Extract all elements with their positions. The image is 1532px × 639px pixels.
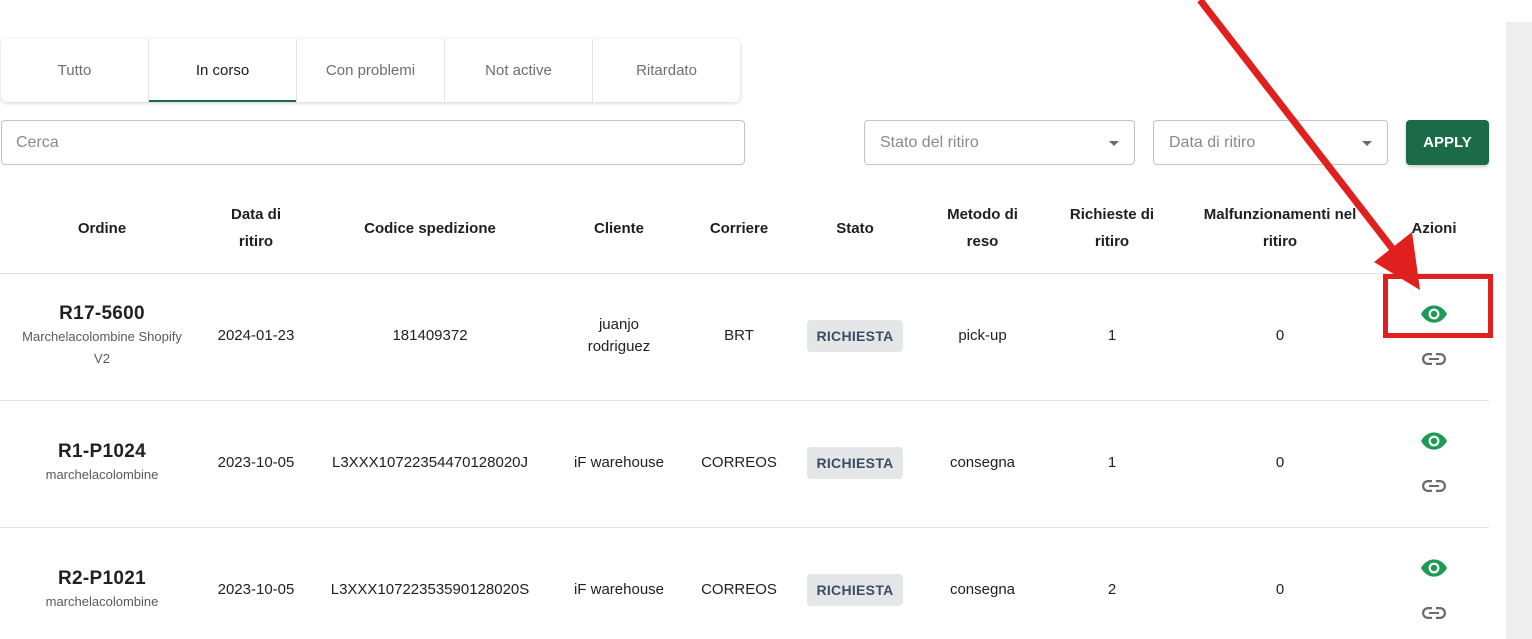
header-data-ritiro: Data di ritiro: [230, 206, 281, 250]
header-malfunzionamenti: Malfunzionamenti nel ritiro: [1203, 206, 1357, 250]
row-divider: [0, 400, 1489, 401]
shipping-code: L3XXX10722353590128020S: [330, 581, 530, 598]
client: juanjo rodriguez: [587, 316, 651, 355]
header-codice-spedizione: Codice spedizione: [364, 219, 496, 237]
link-button[interactable]: [1418, 475, 1450, 497]
order-shop: marchelacolombine: [45, 594, 159, 609]
pickup-failures: 0: [1275, 581, 1285, 598]
eye-icon: [1421, 432, 1447, 450]
eye-icon: [1421, 559, 1447, 577]
header-cliente: Cliente: [593, 219, 644, 237]
carrier: CORREOS: [701, 581, 777, 598]
annotation-highlight-box: [1383, 274, 1493, 338]
header-metodo-reso: Metodo di reso: [947, 206, 1018, 250]
return-method: pick-up: [958, 327, 1007, 344]
tab-not-active[interactable]: Not active: [445, 39, 593, 102]
order-cell: R2-P1021 marchelacolombine: [22, 564, 182, 616]
tab-ritardato[interactable]: Ritardato: [593, 39, 740, 102]
client: iF warehouse: [573, 454, 665, 471]
link-icon: [1422, 607, 1446, 619]
status-cell: RICHIESTA: [795, 320, 915, 352]
status-select[interactable]: Stato del ritiro: [864, 120, 1135, 165]
order-shop: marchelacolombine: [45, 467, 159, 482]
status-cell: RICHIESTA: [795, 447, 915, 479]
pickup-requests: 1: [1107, 327, 1117, 344]
header-azioni: Azioni: [1411, 219, 1457, 237]
header-ordine: Ordine: [77, 219, 127, 237]
date-select[interactable]: Data di ritiro: [1153, 120, 1388, 165]
link-button[interactable]: [1418, 602, 1450, 624]
client: iF warehouse: [573, 581, 665, 598]
tab-tutto[interactable]: Tutto: [1, 39, 149, 102]
order-id: R2-P1021: [58, 568, 146, 589]
pickup-failures: 0: [1275, 454, 1285, 471]
view-button[interactable]: [1418, 429, 1450, 453]
pickup-requests: 1: [1107, 454, 1117, 471]
order-cell: R17-5600 Marchelacolombine Shopify V2: [22, 295, 182, 377]
pickup-failures: 0: [1275, 327, 1285, 344]
link-icon: [1422, 353, 1446, 365]
pickup-date: 2023-10-05: [217, 454, 295, 471]
carrier: BRT: [724, 327, 754, 344]
row-divider: [0, 273, 1489, 274]
order-cell: R1-P1024 marchelacolombine: [22, 437, 182, 489]
date-select-label: Data di ritiro: [1169, 133, 1256, 151]
status-badge: RICHIESTA: [807, 574, 903, 606]
row-divider: [0, 527, 1489, 528]
tab-con-problemi[interactable]: Con problemi: [297, 39, 445, 102]
order-id: R1-P1024: [58, 441, 146, 462]
link-button[interactable]: [1418, 348, 1450, 370]
shipping-code: 181409372: [392, 327, 468, 344]
status-cell: RICHIESTA: [795, 574, 915, 606]
search-input[interactable]: [1, 120, 745, 165]
return-method: consegna: [949, 454, 1016, 471]
pickup-requests: 2: [1107, 581, 1117, 598]
carrier: CORREOS: [701, 454, 777, 471]
return-method: consegna: [949, 581, 1016, 598]
status-badge: RICHIESTA: [807, 320, 903, 352]
pickup-date: 2023-10-05: [217, 581, 295, 598]
caret-down-icon: [1109, 141, 1119, 146]
caret-down-icon: [1362, 141, 1372, 146]
header-richieste-ritiro: Richieste di ritiro: [1069, 206, 1155, 250]
tab-in-corso[interactable]: In corso: [149, 39, 297, 102]
order-id: R17-5600: [59, 303, 145, 324]
link-icon: [1422, 480, 1446, 492]
header-corriere: Corriere: [709, 219, 769, 237]
header-stato: Stato: [836, 219, 874, 237]
scrollbar[interactable]: [1506, 22, 1532, 639]
order-shop: Marchelacolombine Shopify V2: [22, 329, 182, 366]
view-button[interactable]: [1418, 556, 1450, 580]
shipping-code: L3XXX10722354470128020J: [331, 454, 529, 471]
status-tabs: Tutto In corso Con problemi Not active R…: [1, 39, 740, 102]
apply-button[interactable]: APPLY: [1406, 120, 1489, 165]
pickup-date: 2024-01-23: [217, 327, 295, 344]
status-badge: RICHIESTA: [807, 447, 903, 479]
status-select-label: Stato del ritiro: [880, 133, 979, 151]
